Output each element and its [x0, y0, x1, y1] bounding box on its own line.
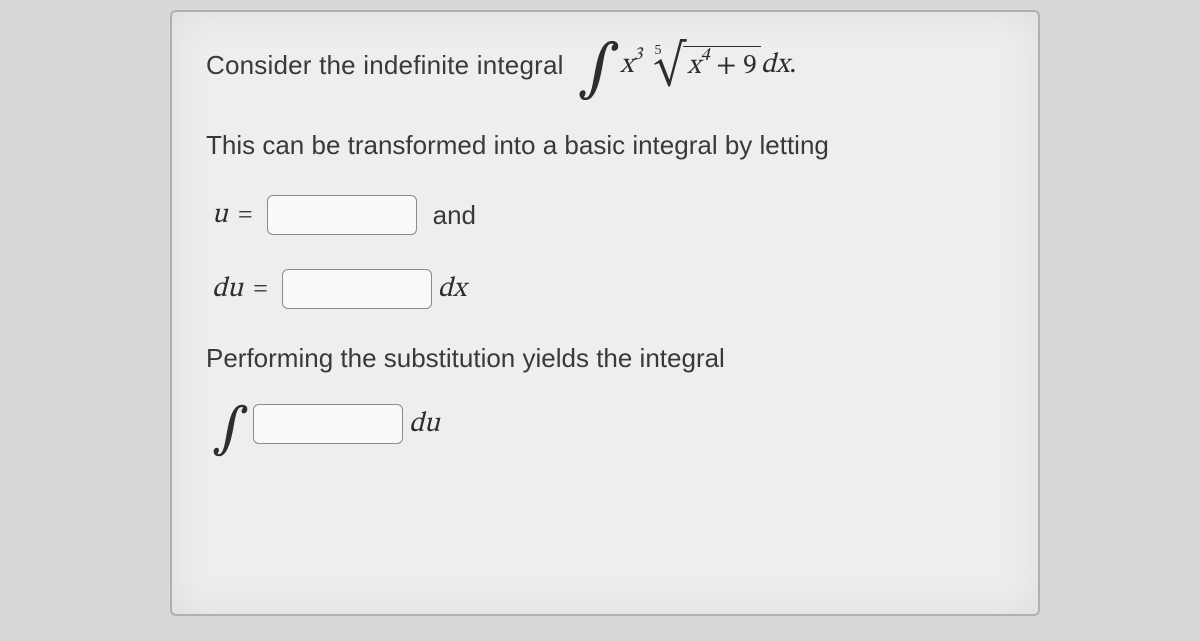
equals-2: =	[253, 274, 268, 304]
radicand-x: x4	[687, 52, 716, 80]
result-integral-symbol: ∫	[212, 414, 249, 446]
dx-unit: dx	[438, 272, 467, 307]
radicand-x-var: x	[687, 52, 700, 80]
period: .	[789, 48, 796, 83]
result-integral-line: ∫ du	[206, 404, 1004, 444]
integrand-x-var: x	[620, 51, 633, 79]
perform-text: Performing the substitution yields the i…	[206, 343, 725, 374]
du-equation-line: du = dx	[206, 269, 1004, 309]
perform-line: Performing the substitution yields the i…	[206, 343, 1004, 374]
radicand: x4 + 9	[683, 46, 761, 84]
transform-line: This can be transformed into a basic int…	[206, 130, 1004, 161]
and-text: and	[433, 200, 476, 231]
du-label: du	[212, 272, 243, 307]
integrand-x-pow: 3	[633, 46, 642, 64]
equals-1: =	[238, 200, 253, 230]
integrand-x: x3	[620, 48, 642, 83]
intro-text: Consider the indefinite integral	[206, 50, 564, 81]
u-equation-line: u = and	[206, 195, 1004, 235]
u-input[interactable]	[267, 195, 417, 235]
integral-symbol: ∫	[578, 52, 620, 89]
integrand-input[interactable]	[253, 404, 403, 444]
u-label: u	[212, 198, 228, 233]
prompt-line-1: Consider the indefinite integral ∫ x3 5 …	[206, 40, 1004, 90]
dx-text: dx	[761, 48, 790, 83]
plus-nine: + 9	[716, 52, 757, 80]
problem-card: Consider the indefinite integral ∫ x3 5 …	[170, 10, 1040, 616]
transform-text: This can be transformed into a basic int…	[206, 130, 829, 161]
radicand-x-pow: 4	[701, 47, 710, 65]
root-symbol: √	[653, 41, 685, 91]
root-expression: 5 √ x4 + 9	[646, 40, 760, 90]
du-input[interactable]	[282, 269, 432, 309]
du-unit: du	[409, 407, 440, 442]
